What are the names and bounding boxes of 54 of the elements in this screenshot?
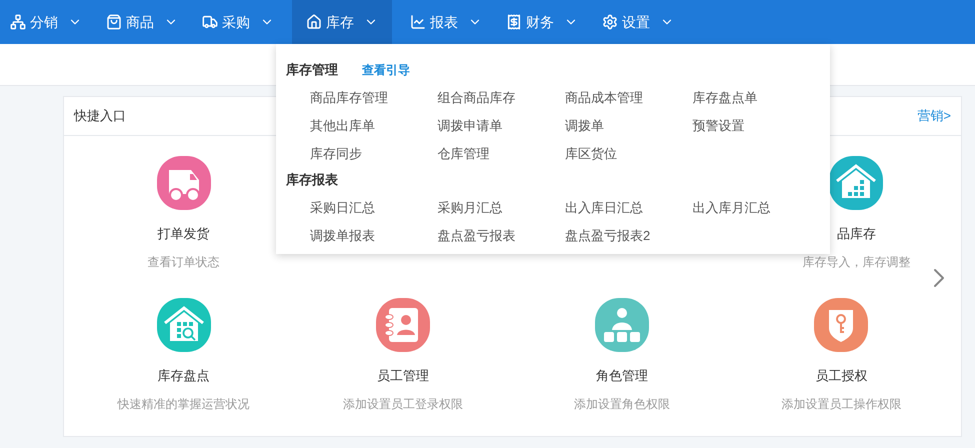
nav-tab[interactable]: 采购 (196, 0, 280, 44)
menu-item[interactable]: 调拨申请单 (438, 116, 502, 136)
nav-tab[interactable]: 报表 (404, 0, 488, 44)
truck-icon (202, 14, 218, 30)
card-title: 快捷入口 (74, 107, 126, 126)
menu-item[interactable]: 调拨单报表 (310, 226, 375, 246)
contact-book-icon (376, 298, 430, 352)
section-heading: 库存报表 (286, 171, 338, 190)
menu-item[interactable]: 库区货位 (565, 144, 617, 164)
nav-tab[interactable]: 分销 (4, 0, 88, 44)
house-search-icon (156, 298, 211, 352)
house-icon (306, 14, 322, 30)
menu-item[interactable]: 组合商品库存 (438, 88, 516, 108)
shield-key-icon (814, 298, 868, 352)
bag-icon (106, 14, 122, 30)
guide-link[interactable]: 查看引导 (362, 61, 410, 79)
entry-title[interactable]: 角色管理 (596, 366, 648, 386)
menu-item[interactable]: 其他出库单 (310, 116, 375, 136)
entry-subtitle: 添加设置员工登录权限 (342, 396, 463, 412)
truck-icon (156, 156, 211, 210)
entry-title[interactable]: 品库存 (836, 224, 876, 244)
menu-item[interactable]: 采购月汇总 (438, 198, 502, 218)
entry-title[interactable]: 打单发货 (158, 224, 210, 244)
nav-tab[interactable]: 财务 (500, 0, 584, 44)
menu-item[interactable]: 库存同步 (310, 144, 362, 164)
network-icon (10, 14, 26, 30)
menu-item[interactable]: 商品库存管理 (310, 88, 388, 108)
nav-tab[interactable]: 库存 (292, 0, 392, 44)
menu-item[interactable]: 出入库月汇总 (692, 198, 770, 218)
menu-item[interactable]: 仓库管理 (438, 144, 490, 164)
menu-item[interactable]: 出入库日汇总 (565, 198, 643, 218)
entry-subtitle: 查看订单状态 (148, 254, 220, 270)
menu-item[interactable]: 盘点盈亏报表2 (565, 226, 650, 246)
menu-item[interactable]: 盘点盈亏报表 (438, 226, 516, 246)
receipt-icon (506, 14, 522, 30)
entry-title[interactable]: 员工管理 (376, 366, 429, 386)
entry-subtitle: 库存导入，库存调整 (802, 254, 910, 270)
nav-tab[interactable]: 商品 (100, 0, 184, 44)
entry-title[interactable]: 员工授权 (815, 366, 868, 386)
chart-icon (410, 14, 426, 30)
entry-title[interactable]: 库存盘点 (158, 366, 210, 386)
org-chart-icon (595, 298, 650, 352)
entry-subtitle: 添加设置角色权限 (574, 396, 670, 412)
menu-item[interactable]: 预警设置 (692, 116, 744, 136)
menu-item[interactable]: 库存盘点单 (692, 88, 758, 108)
marketing-link[interactable]: 营销> (917, 106, 951, 126)
menu-item[interactable]: 商品成本管理 (565, 88, 643, 108)
entry-subtitle: 快速精准的掌握运营状况 (118, 396, 250, 412)
menu-item[interactable]: 采购日汇总 (310, 198, 375, 218)
section-heading: 库存管理 (286, 61, 338, 80)
entry-subtitle: 添加设置员工操作权限 (781, 396, 902, 412)
nav-tab[interactable]: 设置 (596, 0, 680, 44)
settings-icon (602, 14, 618, 30)
menu-item[interactable]: 调拨单 (565, 116, 604, 136)
